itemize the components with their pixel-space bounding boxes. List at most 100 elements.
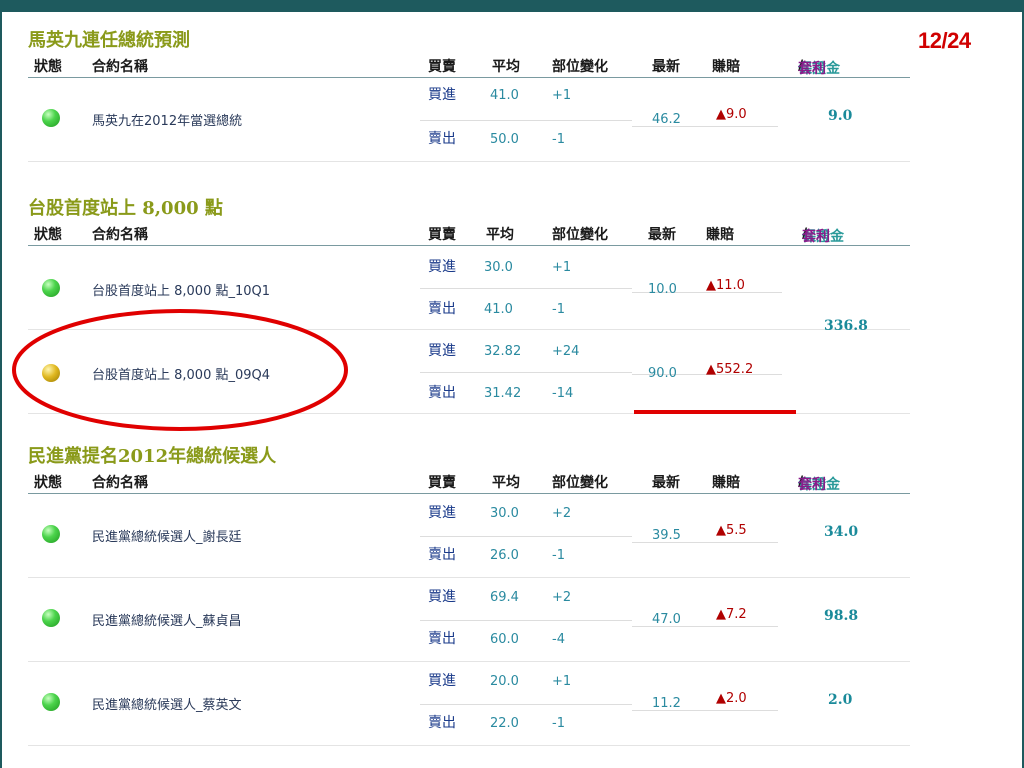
table-header: 狀態 合約名稱 買賣 平均 部位變化 最新 賺賠 保證金 / 套利 <box>28 54 910 78</box>
header-change: 部位變化 <box>552 59 608 75</box>
change-sell: -4 <box>552 632 565 647</box>
contract-name[interactable]: 台股首度站上 8,000 點_10Q1 <box>92 280 270 299</box>
latest-price: 10.0 <box>648 282 677 297</box>
header-change: 部位變化 <box>552 475 608 491</box>
row-divider <box>420 372 632 373</box>
change-buy: +1 <box>552 674 572 689</box>
header-latest: 最新 <box>648 227 676 243</box>
avg-buy: 69.4 <box>490 590 519 605</box>
row-divider <box>420 704 632 705</box>
side-buy: 買進 <box>428 87 456 103</box>
slide: 12/24 馬英九連任總統預測 狀態 合約名稱 買賣 平均 部位變化 最新 賺賠… <box>0 12 1024 768</box>
profit-loss: ▲7.2 <box>716 607 747 622</box>
change-buy: +24 <box>552 344 580 359</box>
header-name: 合約名稱 <box>92 475 148 491</box>
side-buy: 買進 <box>428 673 456 689</box>
highlight-ellipse <box>12 309 348 431</box>
margin-value: 98.8 <box>824 608 859 624</box>
table-row[interactable]: 民進黨總統候選人_蔡英文 買進 20.0 +1 賣出 22.0 -1 11.2 … <box>28 662 910 746</box>
change-sell: -14 <box>552 386 574 401</box>
change-sell: -1 <box>552 302 565 317</box>
header-avg: 平均 <box>486 227 514 243</box>
avg-sell: 26.0 <box>490 548 519 563</box>
contract-name[interactable]: 民進黨總統候選人_蘇貞昌 <box>92 610 242 629</box>
status-green-icon <box>42 693 60 711</box>
margin-value: 336.8 <box>824 318 868 334</box>
header-avg: 平均 <box>492 59 520 75</box>
latest-price: 11.2 <box>652 696 681 711</box>
table-header: 狀態 合約名稱 買賣 平均 部位變化 最新 賺賠 保證金 / 套利 <box>28 222 910 246</box>
change-buy: +2 <box>552 590 572 605</box>
margin-value: 9.0 <box>828 108 853 124</box>
header-pnl: 賺賠 <box>706 227 734 243</box>
latest-price: 90.0 <box>648 366 677 381</box>
status-green-icon <box>42 525 60 543</box>
header-change: 部位變化 <box>552 227 608 243</box>
change-buy: +2 <box>552 506 572 521</box>
change-sell: -1 <box>552 548 565 563</box>
contract-name[interactable]: 民進黨總統候選人_謝長廷 <box>92 526 242 545</box>
change-buy: +1 <box>552 88 572 103</box>
section-title: 台股首度站上 8,000 點 <box>28 198 223 219</box>
row-divider <box>420 120 632 121</box>
latest-price: 46.2 <box>652 112 681 127</box>
profit-loss: ▲11.0 <box>706 278 745 293</box>
row-divider <box>420 536 632 537</box>
profit-loss: ▲9.0 <box>716 107 747 122</box>
header-side: 買賣 <box>428 59 456 75</box>
side-sell: 賣出 <box>428 715 456 731</box>
avg-buy: 30.0 <box>490 506 519 521</box>
side-buy: 買進 <box>428 505 456 521</box>
profit-loss: ▲5.5 <box>716 523 747 538</box>
status-green-icon <box>42 279 60 297</box>
margin-value: 34.0 <box>824 524 859 540</box>
header-pnl: 賺賠 <box>712 59 740 75</box>
avg-sell: 22.0 <box>490 716 519 731</box>
avg-buy: 30.0 <box>484 260 513 275</box>
row-divider <box>420 288 632 289</box>
section-title: 民進黨提名2012年總統候選人 <box>28 446 277 467</box>
latest-price: 39.5 <box>652 528 681 543</box>
contract-name[interactable]: 民進黨總統候選人_蔡英文 <box>92 694 242 713</box>
header-status: 狀態 <box>34 59 62 75</box>
side-buy: 買進 <box>428 259 456 275</box>
highlight-underline <box>634 410 796 414</box>
side-sell: 賣出 <box>428 631 456 647</box>
status-green-icon <box>42 109 60 127</box>
status-green-icon <box>42 609 60 627</box>
table-row[interactable]: 民進黨總統候選人_謝長廷 買進 30.0 +2 賣出 26.0 -1 39.5 … <box>28 494 910 578</box>
profit-loss: ▲2.0 <box>716 691 747 706</box>
header-side: 買賣 <box>428 227 456 243</box>
avg-buy: 32.82 <box>484 344 522 359</box>
avg-sell: 41.0 <box>484 302 513 317</box>
table-row[interactable]: 民進黨總統候選人_蘇貞昌 買進 69.4 +2 賣出 60.0 -4 47.0 … <box>28 578 910 662</box>
avg-sell: 60.0 <box>490 632 519 647</box>
avg-sell: 31.42 <box>484 386 522 401</box>
table-header: 狀態 合約名稱 買賣 平均 部位變化 最新 賺賠 保證金 / 套利 <box>28 470 910 494</box>
side-sell: 賣出 <box>428 301 456 317</box>
change-buy: +1 <box>552 260 572 275</box>
header-pnl: 賺賠 <box>712 475 740 491</box>
side-buy: 買進 <box>428 589 456 605</box>
side-sell: 賣出 <box>428 131 456 147</box>
margin-value: 2.0 <box>828 692 853 708</box>
row-divider <box>420 620 632 621</box>
header-side: 買賣 <box>428 475 456 491</box>
avg-buy: 41.0 <box>490 88 519 103</box>
contract-name[interactable]: 馬英九在2012年當選總統 <box>92 110 242 129</box>
header-status: 狀態 <box>34 227 62 243</box>
header-latest: 最新 <box>652 59 680 75</box>
section-ma-reelection: 馬英九連任總統預測 狀態 合約名稱 買賣 平均 部位變化 最新 賺賠 保證金 / 套… <box>28 28 910 162</box>
change-sell: -1 <box>552 716 565 731</box>
section-dpp-candidate: 民進黨提名2012年總統候選人 狀態 合約名稱 買賣 平均 部位變化 最新 賺賠… <box>28 444 910 746</box>
change-sell: -1 <box>552 132 565 147</box>
header-latest: 最新 <box>652 475 680 491</box>
side-buy: 買進 <box>428 343 456 359</box>
header-status: 狀態 <box>34 475 62 491</box>
section-title: 馬英九連任總統預測 <box>28 30 190 51</box>
header-name: 合約名稱 <box>92 227 148 243</box>
header-name: 合約名稱 <box>92 59 148 75</box>
side-sell: 賣出 <box>428 385 456 401</box>
table-row[interactable]: 馬英九在2012年當選總統 買進 41.0 +1 賣出 50.0 -1 46.2… <box>28 78 910 162</box>
header-avg: 平均 <box>492 475 520 491</box>
